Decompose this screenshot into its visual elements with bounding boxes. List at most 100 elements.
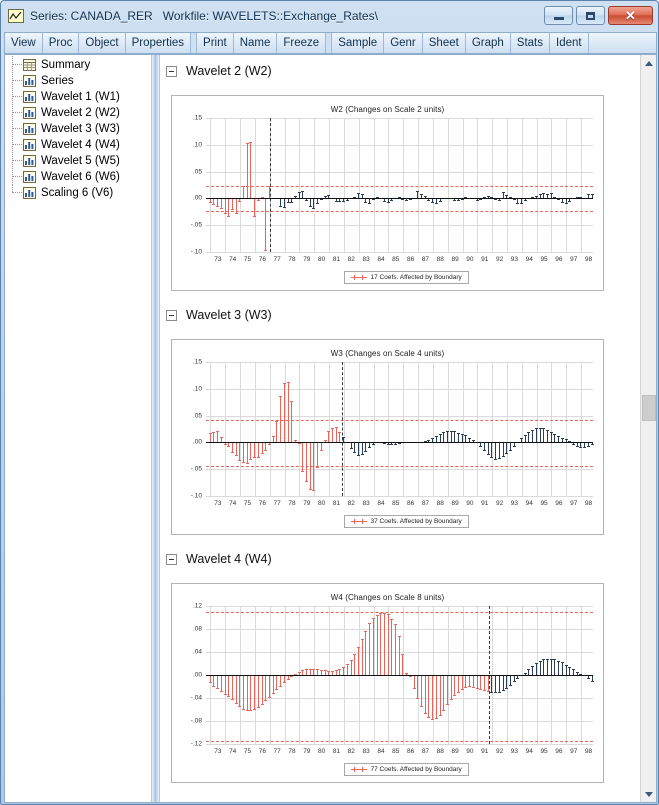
chart-panel[interactable]: W4 (Changes on Scale 8 units) .12 .08 .04 .0… — [171, 583, 604, 783]
stem-bar — [258, 442, 259, 459]
toolbar-button-ident[interactable]: Ident — [550, 33, 589, 53]
stem-cap — [498, 458, 501, 460]
sidebar-item-wavelet-5-w5[interactable]: Wavelet 5 (W5) — [5, 152, 151, 169]
x-axis-tick-label: 78 — [288, 500, 296, 507]
stem-bar — [250, 675, 251, 712]
toolbar-button-graph[interactable]: Graph — [465, 33, 511, 53]
stem-cap — [346, 199, 349, 201]
minimize-button[interactable] — [544, 6, 573, 25]
stem-cap — [383, 612, 386, 614]
x-axis-tick-label: 98 — [584, 256, 593, 263]
stem-cap — [249, 141, 252, 143]
gridline-horizontal — [206, 721, 593, 722]
sidebar-item-wavelet-6-w6[interactable]: Wavelet 6 (W6) — [5, 168, 151, 185]
stem-cap — [505, 453, 508, 455]
sidebar-item-wavelet-2-w2[interactable]: Wavelet 2 (W2) — [5, 104, 151, 121]
stem-cap — [257, 200, 260, 202]
toolbar-button-object[interactable]: Object — [79, 33, 126, 53]
gridline-horizontal — [206, 469, 593, 471]
gridline-vertical — [477, 362, 479, 496]
x-axis-tick-label: 84 — [377, 500, 385, 507]
stem-cap — [312, 668, 315, 670]
x-axis-tick-label: 87 — [421, 500, 430, 507]
stem-bar — [247, 675, 248, 711]
stem-cap — [316, 467, 319, 469]
section-header[interactable]: Wavelet 3 (W3) — [160, 305, 640, 325]
chart-panel[interactable]: W3 (Changes on Scale 4 units) .15 .10 .05 .0… — [171, 339, 604, 535]
scroll-up-icon[interactable] — [641, 55, 657, 71]
toolbar-button-view[interactable]: View — [5, 33, 43, 53]
stem-bar — [547, 658, 548, 675]
stem-cap — [305, 199, 308, 201]
toolbar-button-sheet[interactable]: Sheet — [422, 33, 466, 53]
sidebar-item-scaling-6-v6[interactable]: Scaling 6 (V6) — [5, 184, 151, 201]
stem-cap — [253, 215, 256, 217]
stem-cap — [550, 193, 553, 195]
stem-cap — [249, 458, 252, 460]
stem-cap — [435, 435, 438, 437]
stem-bar — [265, 675, 266, 702]
stem-cap — [435, 203, 438, 205]
stem-cap — [235, 213, 238, 215]
stem-bar — [243, 186, 244, 199]
stem-cap — [502, 690, 505, 692]
toolbar-button-genr[interactable]: Genr — [384, 33, 423, 53]
toolbar-button-print[interactable]: Print — [197, 33, 234, 53]
pane-splitter[interactable] — [151, 55, 160, 802]
sidebar-item-wavelet-1-w1[interactable]: Wavelet 1 (W1) — [5, 88, 151, 105]
section-header[interactable]: Wavelet 4 (W4) — [160, 549, 640, 569]
stem-cap — [531, 665, 534, 667]
scroll-down-icon[interactable] — [641, 786, 657, 802]
gridline-vertical — [551, 362, 553, 496]
collapse-toggle-icon[interactable] — [166, 65, 177, 77]
x-axis-tick-label: 79 — [303, 500, 311, 507]
x-axis-tick-label: 80 — [318, 500, 326, 507]
sidebar-item-wavelet-4-w4[interactable]: Wavelet 4 (W4) — [5, 136, 151, 153]
x-axis-tick-label: 97 — [570, 748, 578, 755]
collapse-toggle-icon[interactable] — [166, 553, 177, 565]
section-title: Wavelet 4 (W4) — [186, 552, 272, 566]
section-header[interactable]: Wavelet 2 (W2) — [160, 61, 640, 81]
stem-cap — [453, 695, 456, 697]
stem-cap — [246, 462, 249, 464]
sidebar-item-summary[interactable]: Summary — [5, 56, 151, 73]
collapse-toggle-icon[interactable] — [166, 309, 177, 321]
maximize-button[interactable] — [576, 6, 605, 25]
stem-bar — [503, 442, 504, 457]
tree-connector — [12, 96, 22, 97]
toolbar-button-sample[interactable]: Sample — [332, 33, 385, 53]
x-axis-tick-label: 85 — [392, 256, 400, 263]
legend-label: 17 Coefs. Affected by Boundary — [370, 274, 462, 281]
x-axis-tick-label: 78 — [288, 256, 296, 263]
stem-bar — [465, 435, 466, 443]
stem-cap — [357, 647, 360, 649]
stem-cap — [361, 639, 364, 641]
x-axis-tick-label: 83 — [362, 500, 370, 507]
toolbar-button-stats[interactable]: Stats — [510, 33, 551, 53]
stem-cap — [468, 686, 471, 688]
stem-cap — [539, 194, 542, 196]
sidebar-item-wavelet-3-w3[interactable]: Wavelet 3 (W3) — [5, 120, 151, 137]
stem-cap — [301, 670, 304, 672]
vertical-scrollbar[interactable] — [640, 55, 656, 802]
close-button[interactable]: ✕ — [608, 6, 653, 25]
stem-cap — [368, 446, 371, 448]
stem-bar — [210, 433, 211, 443]
bar-chart-icon — [23, 155, 37, 167]
stem-cap — [394, 624, 397, 626]
toolbar-button-properties[interactable]: Properties — [125, 33, 192, 53]
gridline-vertical — [299, 118, 301, 252]
stem-cap — [468, 437, 471, 439]
stem-cap — [227, 696, 230, 698]
sidebar-item-series[interactable]: Series — [5, 72, 151, 89]
scrollbar-thumb[interactable] — [642, 395, 656, 421]
gridline-vertical — [269, 362, 271, 496]
gridline-vertical — [507, 118, 508, 252]
stem-bar — [551, 658, 552, 675]
toolbar-button-proc[interactable]: Proc — [42, 33, 80, 53]
toolbar-button-name[interactable]: Name — [233, 33, 278, 53]
bar-chart-icon — [23, 107, 37, 119]
chart-panel[interactable]: W2 (Changes on Scale 2 units) .15 .10 .05 .0… — [171, 95, 604, 291]
toolbar-button-freeze[interactable]: Freeze — [277, 33, 327, 53]
stem-cap — [231, 699, 234, 701]
